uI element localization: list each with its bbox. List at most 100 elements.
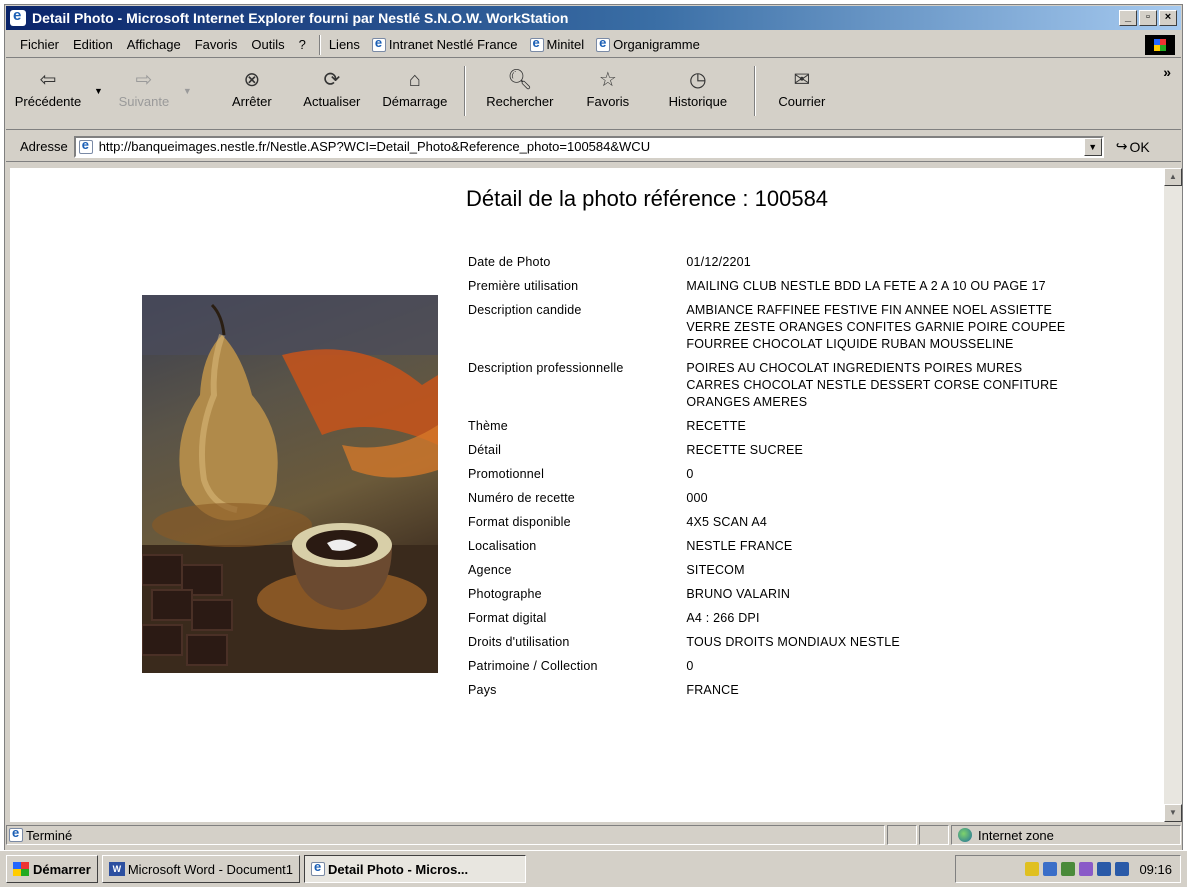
system-tray: 09:16 bbox=[955, 855, 1181, 883]
favorites-icon: ☆ bbox=[598, 69, 617, 91]
address-bar: Adresse http://banqueimages.nestle.fr/Ne… bbox=[6, 132, 1181, 162]
taskbar-word[interactable]: W Microsoft Word - Document1 bbox=[101, 855, 301, 883]
detail-label: Droits d'utilisation bbox=[468, 635, 570, 649]
history-icon: ◷ bbox=[689, 69, 707, 91]
scroll-up-arrow-icon[interactable]: ▲ bbox=[1164, 168, 1182, 186]
address-dropdown-icon[interactable]: ▼ bbox=[1083, 137, 1102, 156]
forward-arrow-icon: ⇨ bbox=[135, 69, 153, 91]
status-cell bbox=[887, 825, 917, 845]
vertical-scrollbar[interactable]: ▲ ▼ bbox=[1164, 168, 1182, 822]
antivirus-icon[interactable] bbox=[1061, 862, 1076, 876]
detail-label: Format disponible bbox=[468, 515, 571, 529]
minimize-button[interactable]: _ bbox=[1119, 10, 1137, 26]
link-organigramme[interactable]: Organigramme bbox=[590, 35, 706, 52]
home-label: Démarrage bbox=[382, 94, 448, 109]
stop-icon: ⊗ bbox=[243, 69, 261, 91]
forward-dropdown-icon[interactable]: ▼ bbox=[183, 86, 192, 96]
menu-affichage[interactable]: Affichage bbox=[120, 37, 188, 52]
detail-row: Localisation NESTLE FRANCE bbox=[468, 535, 1068, 559]
detail-row: Pays FRANCE bbox=[468, 679, 1068, 703]
window-controls: _ ▫ × bbox=[1119, 10, 1177, 26]
back-button[interactable]: ⇦ Précédente bbox=[6, 60, 90, 124]
speaker-icon[interactable] bbox=[1025, 862, 1040, 876]
go-button[interactable]: ↪ OK bbox=[1116, 138, 1150, 155]
mail-label: Courrier bbox=[778, 94, 826, 109]
link-minitel[interactable]: Minitel bbox=[524, 35, 591, 52]
detail-row: Promotionnel 0 bbox=[468, 463, 1068, 487]
menu-fichier[interactable]: Fichier bbox=[6, 37, 66, 52]
tray-app-icon[interactable] bbox=[1115, 862, 1130, 876]
back-dropdown-icon[interactable]: ▼ bbox=[94, 86, 103, 96]
search-button[interactable]: 🔍︎ Rechercher bbox=[472, 60, 568, 124]
detail-value: 4X5 SCAN A4 bbox=[686, 515, 768, 529]
address-input[interactable]: http://banqueimages.nestle.fr/Nestle.ASP… bbox=[73, 135, 1104, 158]
security-zone: Internet zone bbox=[951, 825, 1181, 845]
start-button[interactable]: Démarrer bbox=[6, 855, 98, 883]
links-label[interactable]: Liens bbox=[327, 37, 366, 52]
menu-help[interactable]: ? bbox=[292, 37, 313, 52]
toolbar: ⇦ Précédente ▼ ⇨ Suivante ▼ ⊗ Arrêter ⟳ … bbox=[6, 60, 1181, 130]
detail-value: 0 bbox=[686, 467, 694, 481]
favorites-button[interactable]: ☆ Favoris bbox=[568, 60, 648, 124]
refresh-button[interactable]: ⟳ Actualiser bbox=[292, 60, 372, 124]
detail-value: MAILING CLUB NESTLE BDD LA FETE A 2 A 10… bbox=[686, 279, 1046, 293]
back-arrow-icon: ⇦ bbox=[39, 69, 57, 91]
maximize-button[interactable]: ▫ bbox=[1139, 10, 1157, 26]
status-message: Terminé bbox=[6, 825, 885, 845]
search-icon: 🔍︎ bbox=[507, 69, 533, 91]
ie-page-icon bbox=[311, 859, 326, 876]
pear-dessert-photo bbox=[142, 295, 438, 673]
menu-outils[interactable]: Outils bbox=[244, 37, 291, 52]
tray-app-icon[interactable] bbox=[1079, 862, 1094, 876]
link-intranet[interactable]: Intranet Nestlé France bbox=[366, 35, 524, 52]
detail-label: Date de Photo bbox=[468, 255, 551, 269]
refresh-icon: ⟳ bbox=[323, 69, 341, 91]
go-label: OK bbox=[1129, 138, 1150, 155]
menu-edition[interactable]: Edition bbox=[66, 37, 120, 52]
detail-label: Numéro de recette bbox=[468, 491, 575, 505]
detail-row: Détail RECETTE SUCREE bbox=[468, 439, 1068, 463]
status-bar: Terminé Internet zone bbox=[6, 824, 1181, 846]
detail-label: Description professionnelle bbox=[468, 361, 624, 375]
toolbar-overflow-chevron[interactable]: » bbox=[1163, 64, 1171, 80]
address-url: http://banqueimages.nestle.fr/Nestle.ASP… bbox=[98, 139, 651, 154]
title-bar: Detail Photo - Microsoft Internet Explor… bbox=[6, 6, 1181, 30]
history-button[interactable]: ◷ Historique bbox=[648, 60, 748, 124]
ie-page-icon bbox=[78, 137, 93, 154]
refresh-label: Actualiser bbox=[303, 94, 361, 109]
home-button[interactable]: ⌂ Démarrage bbox=[372, 60, 458, 124]
window-title: Detail Photo - Microsoft Internet Explor… bbox=[32, 10, 569, 26]
detail-value: POIRES AU CHOCOLAT INGREDIENTS POIRES MU… bbox=[686, 361, 1058, 409]
back-label: Précédente bbox=[14, 94, 82, 109]
network-icon[interactable] bbox=[1043, 862, 1058, 876]
home-icon: ⌂ bbox=[408, 69, 421, 91]
menu-divider bbox=[318, 34, 321, 55]
toolbar-divider bbox=[463, 66, 466, 116]
favorites-label: Favoris bbox=[586, 94, 630, 109]
ie-page-icon bbox=[9, 825, 23, 842]
detail-value: 01/12/2201 bbox=[686, 255, 751, 269]
history-label: Historique bbox=[668, 94, 728, 109]
clock[interactable]: 09:16 bbox=[1139, 862, 1172, 877]
mail-button[interactable]: ✉ Courrier bbox=[762, 60, 842, 124]
forward-button[interactable]: ⇨ Suivante bbox=[109, 60, 179, 124]
detail-label: Localisation bbox=[468, 539, 537, 553]
detail-label: Première utilisation bbox=[468, 279, 579, 293]
stop-button[interactable]: ⊗ Arrêter bbox=[212, 60, 292, 124]
taskbar-ie[interactable]: Detail Photo - Micros... bbox=[304, 855, 527, 883]
detail-label: Agence bbox=[468, 563, 512, 577]
link-minitel-label: Minitel bbox=[546, 37, 585, 52]
close-button[interactable]: × bbox=[1159, 10, 1177, 26]
detail-row: Description professionnelle POIRES AU CHO… bbox=[468, 357, 1068, 415]
scroll-down-arrow-icon[interactable]: ▼ bbox=[1164, 804, 1182, 822]
detail-row: Numéro de recette 000 bbox=[468, 487, 1068, 511]
windows-throbber-icon bbox=[1145, 35, 1175, 55]
detail-value: BRUNO VALARIN bbox=[686, 587, 791, 601]
detail-row: Format digital A4 : 266 DPI bbox=[468, 607, 1068, 631]
detail-label: Détail bbox=[468, 443, 502, 457]
status-cell bbox=[919, 825, 949, 845]
detail-value: TOUS DROITS MONDIAUX NESTLE bbox=[686, 635, 900, 649]
menu-favoris[interactable]: Favoris bbox=[188, 37, 245, 52]
detail-value: SITECOM bbox=[686, 563, 745, 577]
tray-app-icon[interactable] bbox=[1097, 862, 1112, 876]
